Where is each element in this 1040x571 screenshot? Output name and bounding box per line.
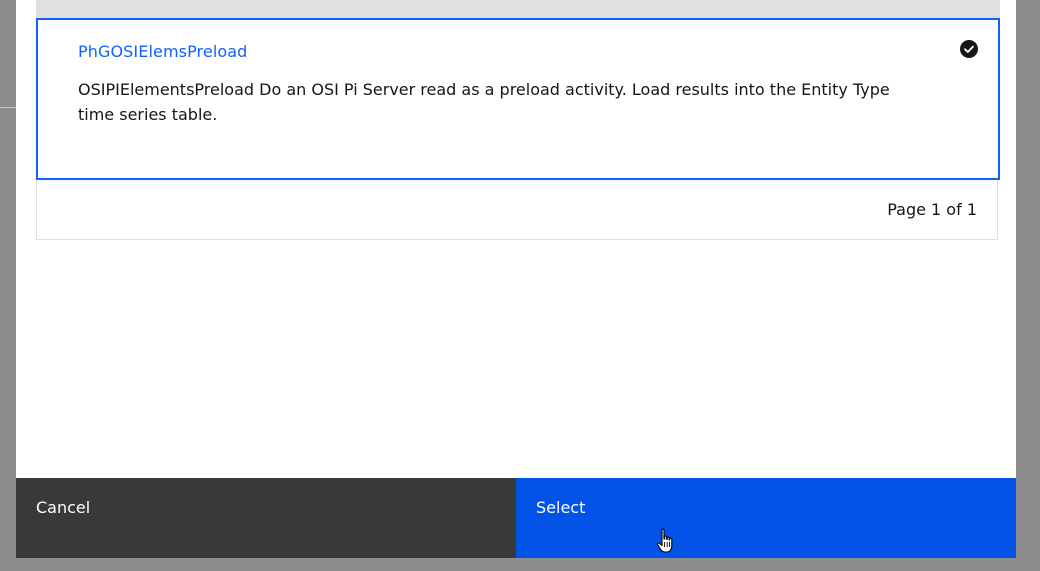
select-button-label: Select: [536, 498, 586, 517]
list-top-strip: [36, 0, 1000, 18]
pagination: Page 1 of 1: [36, 180, 998, 240]
select-button[interactable]: Select: [516, 478, 1016, 558]
backdrop-divider: [0, 107, 16, 108]
modal-footer: Cancel Select: [16, 478, 1016, 558]
function-title: PhGOSIElemsPreload: [78, 42, 248, 61]
page-indicator: Page 1 of 1: [887, 200, 977, 219]
hand-pointer-icon: [656, 528, 673, 553]
cancel-button-label: Cancel: [36, 498, 91, 517]
function-tile-selected[interactable]: PhGOSIElemsPreload OSIPIElementsPreload …: [36, 18, 1000, 180]
select-function-modal: PhGOSIElemsPreload OSIPIElementsPreload …: [16, 0, 1016, 558]
function-description: OSIPIElementsPreload Do an OSI Pi Server…: [78, 80, 890, 124]
cancel-button[interactable]: Cancel: [16, 478, 516, 558]
checkmark-filled-icon: [960, 40, 978, 58]
